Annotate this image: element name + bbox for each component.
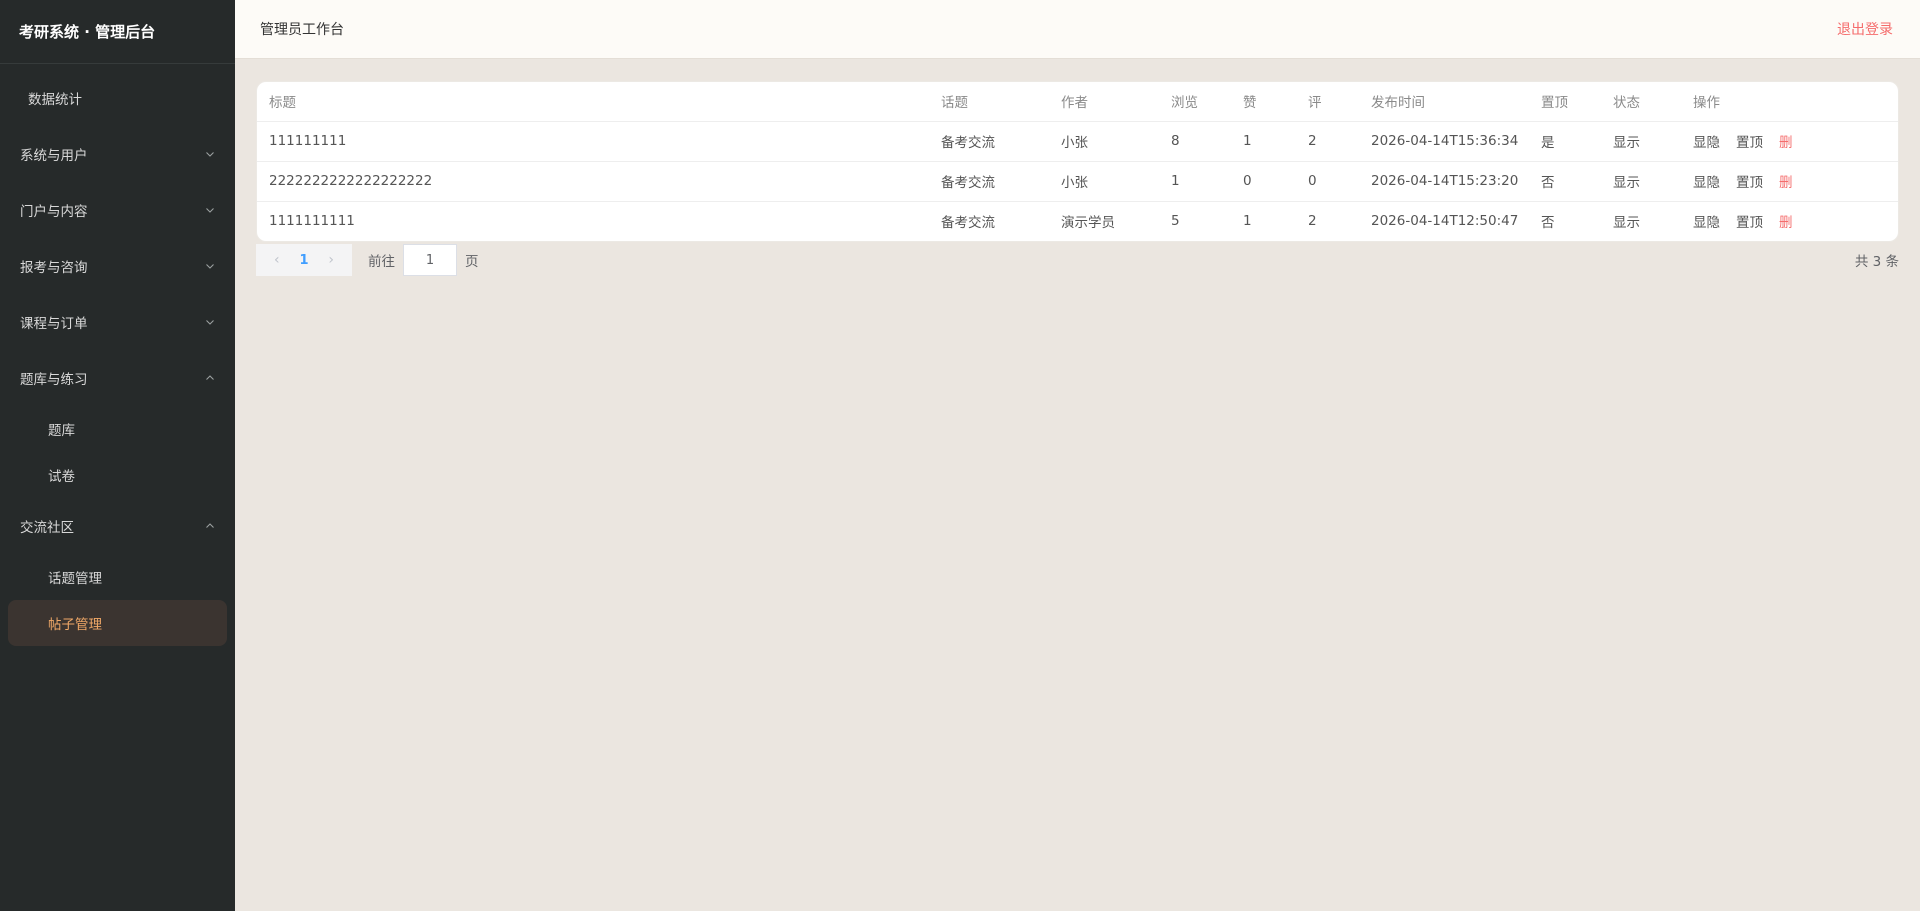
sidebar-item-label: 帖子管理	[48, 617, 102, 633]
next-page-icon[interactable]: ›	[328, 252, 334, 268]
cell-actions: 显隐 置顶删	[1681, 161, 1898, 202]
cell-likes: 0	[1231, 161, 1296, 202]
sidebar-item-label: 题库与练习	[20, 372, 88, 388]
cell-likes: 1	[1243, 213, 1252, 230]
posts-table-card: 标题 话题 作者 浏览 赞 评 发布时间 置顶 状态 操作 111111111 …	[256, 81, 1899, 242]
prev-page-icon[interactable]: ‹	[274, 252, 280, 268]
cell-pinned: 否	[1529, 161, 1601, 202]
col-header-title: 标题	[257, 82, 929, 122]
sidebar-item-post-management[interactable]: 帖子管理	[8, 600, 227, 646]
col-header-actions: 操作	[1681, 82, 1898, 122]
main-content: 标题 话题 作者 浏览 赞 评 发布时间 置顶 状态 操作 111111111 …	[256, 81, 1899, 276]
cell-time: 2026-04-14T15:36:34	[1359, 121, 1529, 162]
cell-actions: 显隐 置顶删	[1681, 121, 1898, 162]
sidebar-item-label: 交流社区	[20, 520, 74, 536]
sidebar-item-label: 数据统计	[28, 92, 82, 108]
toggle-visibility-button[interactable]: 显隐	[1693, 135, 1720, 151]
cell-topic: 备考交流	[929, 121, 1049, 162]
cell-title: 1111111111	[269, 213, 355, 230]
col-header-likes: 赞	[1231, 82, 1296, 122]
table-row: 2222222222222222222 备考交流 小张 1 0 0 2026-0…	[257, 161, 1898, 202]
col-header-views: 浏览	[1159, 82, 1231, 122]
delete-button[interactable]: 删	[1779, 135, 1793, 151]
sidebar-group-question-practice[interactable]: 题库与练习	[0, 350, 235, 406]
page-number-current[interactable]: 1	[299, 253, 308, 268]
sidebar-item-label: 试卷	[48, 469, 75, 485]
cell-actions: 显隐 置顶删	[1681, 201, 1898, 241]
top-header: 管理员工作台 退出登录	[235, 0, 1920, 59]
pin-button[interactable]: 置顶	[1736, 215, 1763, 231]
cell-title: 111111111	[257, 121, 929, 162]
pin-button[interactable]: 置顶	[1736, 135, 1763, 151]
chevron-down-icon	[205, 205, 215, 215]
brand-title: 考研系统 · 管理后台	[0, 0, 235, 64]
cell-status: 显示	[1601, 161, 1681, 202]
cell-pinned: 是	[1529, 121, 1601, 162]
sidebar-item-label: 报考与咨询	[20, 260, 88, 276]
cell-views: 8	[1159, 121, 1231, 162]
sidebar-group-system-users[interactable]: 系统与用户	[0, 126, 235, 182]
goto-label: 前往	[368, 254, 395, 270]
col-header-comments: 评	[1296, 82, 1359, 122]
sidebar-group-community[interactable]: 交流社区	[0, 498, 235, 554]
pin-button[interactable]: 置顶	[1736, 175, 1763, 191]
sidebar-item-question-bank[interactable]: 题库	[0, 406, 235, 452]
logout-link[interactable]: 退出登录	[1837, 19, 1893, 39]
cell-views: 1	[1159, 161, 1231, 202]
chevron-up-icon	[205, 521, 215, 531]
cell-time: 2026-04-14T12:50:47	[1371, 213, 1519, 230]
sidebar-item-label: 题库	[48, 423, 75, 439]
sidebar: 考研系统 · 管理后台 数据统计 系统与用户 门户与内容 报考与咨询 课程与订单…	[0, 0, 235, 911]
sidebar-group-course-order[interactable]: 课程与订单	[0, 294, 235, 350]
chevron-down-icon	[205, 317, 215, 327]
pagination: ‹ 1 › 前往 页 共 3 条	[256, 244, 1899, 276]
cell-pinned: 否	[1541, 215, 1555, 232]
sidebar-item-stats[interactable]: 数据统计	[0, 70, 235, 126]
goto-page-input[interactable]	[403, 244, 457, 276]
toggle-visibility-button[interactable]: 显隐	[1693, 175, 1720, 191]
sidebar-item-label: 课程与订单	[20, 316, 88, 332]
cell-comments: 2	[1308, 213, 1317, 230]
sidebar-group-exam-consult[interactable]: 报考与咨询	[0, 238, 235, 294]
cell-author: 演示学员	[1061, 215, 1115, 232]
cell-time: 2026-04-14T15:23:20	[1359, 161, 1529, 202]
delete-button[interactable]: 删	[1779, 215, 1793, 231]
page-buttons: ‹ 1 ›	[256, 244, 352, 276]
delete-button[interactable]: 删	[1779, 175, 1793, 191]
table-row: 111111111 备考交流 小张 8 1 2 2026-04-14T15:36…	[257, 121, 1898, 162]
chevron-down-icon	[205, 261, 215, 271]
col-header-pinned: 置顶	[1529, 82, 1601, 122]
sidebar-menu: 数据统计 系统与用户 门户与内容 报考与咨询 课程与订单 题库与练习 题库 试卷	[0, 64, 235, 646]
cell-likes: 1	[1231, 121, 1296, 162]
col-header-status: 状态	[1601, 82, 1681, 122]
col-header-time: 发布时间	[1359, 82, 1529, 122]
page-title: 管理员工作台	[260, 22, 344, 38]
cell-title: 2222222222222222222	[257, 161, 929, 202]
chevron-down-icon	[205, 149, 215, 159]
chevron-up-icon	[205, 373, 215, 383]
cell-author: 小张	[1049, 121, 1159, 162]
cell-views: 5	[1171, 213, 1180, 230]
col-header-topic: 话题	[929, 82, 1049, 122]
cell-comments: 2	[1296, 121, 1359, 162]
cell-status: 显示	[1601, 121, 1681, 162]
cell-author: 小张	[1049, 161, 1159, 202]
sidebar-item-label: 系统与用户	[20, 148, 88, 164]
cell-status: 显示	[1613, 215, 1640, 232]
cell-topic: 备考交流	[941, 215, 995, 232]
cell-comments: 0	[1296, 161, 1359, 202]
sidebar-item-label: 门户与内容	[20, 204, 88, 220]
sidebar-item-papers[interactable]: 试卷	[0, 452, 235, 498]
sidebar-group-portal-content[interactable]: 门户与内容	[0, 182, 235, 238]
cell-topic: 备考交流	[929, 161, 1049, 202]
col-header-author: 作者	[1049, 82, 1159, 122]
table-row: 1111111111 备考交流 演示学员 5 1 2 2026-04-14T12…	[257, 201, 1898, 241]
sidebar-item-topic-management[interactable]: 话题管理	[0, 554, 235, 600]
total-count: 共 3 条	[1854, 254, 1899, 270]
toggle-visibility-button[interactable]: 显隐	[1693, 215, 1720, 231]
table-header-row: 标题 话题 作者 浏览 赞 评 发布时间 置顶 状态 操作	[257, 82, 1898, 122]
goto-suffix: 页	[465, 254, 479, 270]
posts-table: 标题 话题 作者 浏览 赞 评 发布时间 置顶 状态 操作 111111111 …	[257, 82, 1898, 241]
sidebar-item-label: 话题管理	[48, 571, 102, 587]
